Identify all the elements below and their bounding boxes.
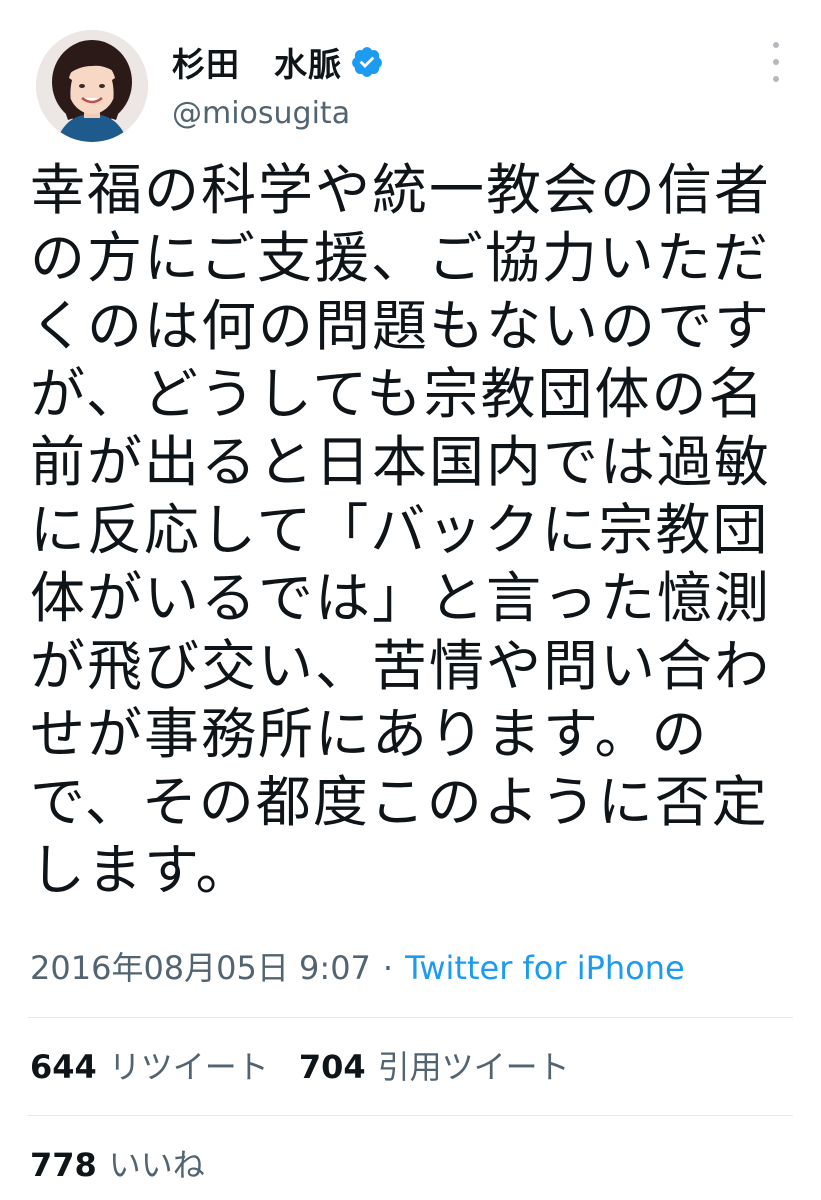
tweet-line: 幸福の科学や統一教会の信者 — [30, 158, 772, 222]
meta-separator: · — [382, 949, 394, 987]
tweet-line: せが事務所にあります。の — [30, 702, 709, 766]
tweet-line: に反応して「バックに宗教団 — [30, 498, 770, 562]
likes-stat[interactable]: 778 いいね — [30, 1140, 205, 1190]
profile-photo — [36, 30, 148, 142]
tweet-timestamp[interactable]: 2016年08月05日 9:07 — [30, 949, 371, 987]
tweet-line: 体がいるでは」と言った憶測 — [30, 566, 772, 630]
more-dot — [773, 76, 779, 82]
engagement-stats: 644 リツイート 704 引用ツイート — [30, 1042, 600, 1092]
avatar[interactable] — [36, 30, 148, 142]
quotes-stat[interactable]: 704 引用ツイート — [299, 1042, 570, 1092]
tweet-meta: 2016年08月05日 9:07 · Twitter for iPhone — [30, 945, 685, 991]
user-handle[interactable]: @miosugita — [172, 96, 350, 131]
tweet-line: が飛び交い、苦情や問い合わ — [30, 634, 772, 698]
more-dot — [773, 59, 779, 65]
tweet-header: 杉田 水脈 @miosugita — [0, 0, 821, 150]
tweet-line: が、どうしても宗教団体の名 — [30, 362, 766, 426]
retweets-stat[interactable]: 644 リツイート — [30, 1042, 269, 1092]
verified-badge-icon — [350, 45, 384, 79]
display-name[interactable]: 杉田 水脈 — [172, 38, 342, 86]
retweets-label: リツイート — [108, 1048, 269, 1086]
quotes-count: 704 — [298, 1048, 366, 1086]
retweets-count: 644 — [30, 1048, 97, 1086]
divider — [28, 1017, 793, 1018]
tweet-source-link[interactable]: Twitter for iPhone — [405, 949, 685, 987]
tweet-line: 前が出ると日本国内では過敏 — [30, 430, 772, 494]
more-vertical-icon[interactable] — [760, 42, 792, 82]
name-row: 杉田 水脈 — [172, 40, 384, 84]
quotes-label: 引用ツイート — [377, 1048, 570, 1086]
tweet-line: くのは何の問題もないのです — [30, 294, 772, 358]
tweet-line: します。 — [30, 838, 253, 902]
tweet-line: で、その都度このように否定 — [30, 770, 769, 834]
likes-label: いいね — [108, 1146, 205, 1184]
divider — [28, 1115, 793, 1116]
tweet-text: 幸福の科学や統一教会の信者 の方にご支援、ご協力いただ くのは何の問題もないので… — [30, 156, 800, 904]
likes-count: 778 — [30, 1146, 97, 1184]
tweet-line: の方にご支援、ご協力いただ — [30, 226, 770, 290]
more-dot — [773, 42, 779, 48]
